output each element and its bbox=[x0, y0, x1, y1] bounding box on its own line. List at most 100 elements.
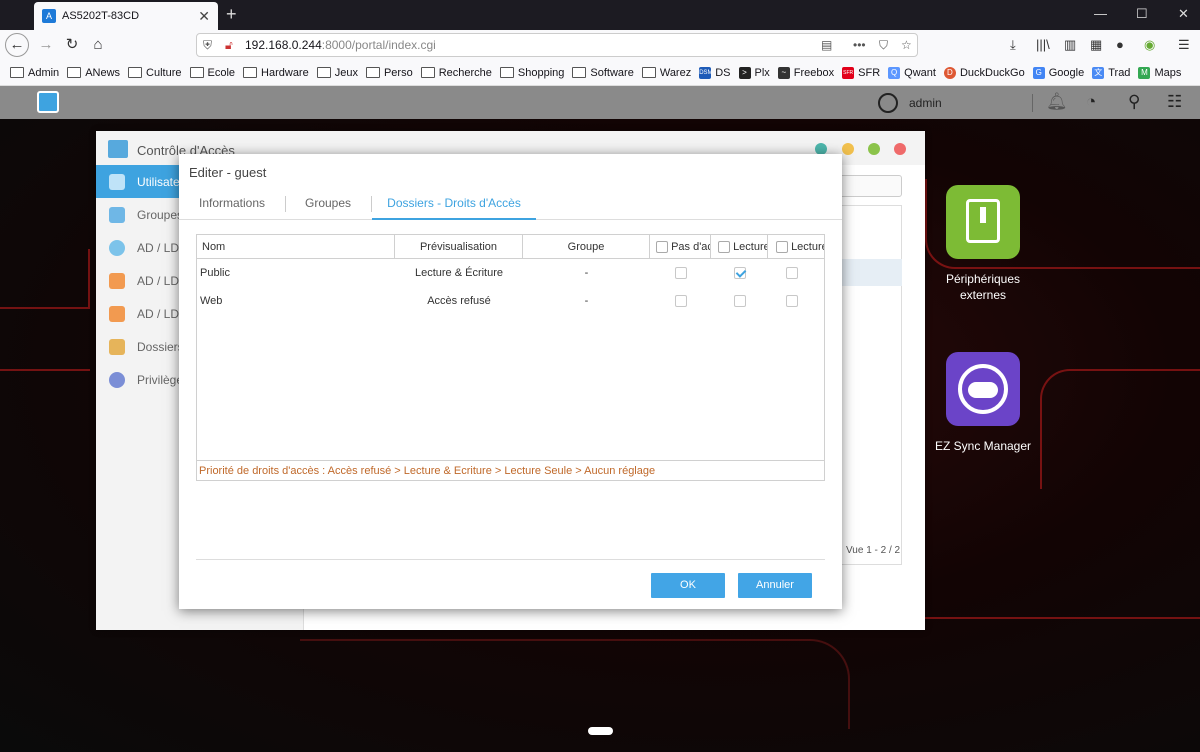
app-label: Périphériques externes bbox=[945, 272, 1021, 302]
column-header-no-access[interactable]: Pas d'accès bbox=[650, 235, 711, 259]
column-header-group[interactable]: Groupe bbox=[523, 235, 650, 259]
maximize-icon[interactable]: ☐ bbox=[1136, 6, 1148, 22]
browser-tab[interactable]: A AS5202T-83CD ✕ bbox=[34, 2, 218, 30]
desktop-app-external-devices[interactable]: Périphériques externes bbox=[933, 185, 1033, 303]
back-arrow-icon[interactable]: ← bbox=[5, 33, 29, 57]
new-tab-icon[interactable]: + bbox=[226, 4, 237, 25]
folder-icon bbox=[243, 67, 258, 78]
tab-folder-permissions[interactable]: Dossiers - Droits d'Accès bbox=[372, 186, 536, 220]
bookmark-google[interactable]: G Google bbox=[1032, 66, 1084, 79]
divider bbox=[1032, 94, 1033, 112]
reload-icon[interactable]: ↻ bbox=[62, 35, 82, 55]
select-all-no-access-checkbox[interactable] bbox=[656, 241, 668, 254]
search-icon[interactable]: ⚲ bbox=[1128, 92, 1140, 112]
bookmark-folder[interactable]: Ecole bbox=[189, 67, 235, 79]
dialog-title: Editer - guest bbox=[189, 165, 267, 180]
user-avatar-icon[interactable] bbox=[878, 93, 898, 113]
bookmark-folder[interactable]: Culture bbox=[128, 67, 182, 79]
bookmark-maps[interactable]: M Maps bbox=[1138, 66, 1181, 79]
read-write-checkbox[interactable] bbox=[733, 295, 746, 308]
bookmark-folder[interactable]: Admin bbox=[10, 67, 59, 79]
translate-icon: 文 bbox=[1092, 66, 1105, 79]
no-access-cell bbox=[650, 259, 711, 287]
folder-icon bbox=[420, 67, 435, 78]
maximize-dot-icon[interactable] bbox=[868, 143, 880, 155]
bookmark-folder[interactable]: Perso bbox=[365, 67, 413, 79]
library-icon[interactable]: |||\ bbox=[1036, 37, 1050, 52]
insecure-lock-icon[interactable]: 🔓︎ bbox=[225, 38, 233, 53]
close-tab-icon[interactable]: ✕ bbox=[198, 8, 210, 25]
bookmark-folder[interactable]: Hardware bbox=[243, 67, 309, 79]
app-label: EZ Sync Manager bbox=[934, 439, 1032, 453]
extension-icon[interactable]: ▦ bbox=[1090, 37, 1102, 53]
no-access-checkbox[interactable] bbox=[674, 267, 687, 280]
folder-icon bbox=[499, 67, 514, 78]
minimize-dot-icon[interactable] bbox=[842, 143, 854, 155]
no-access-checkbox[interactable] bbox=[674, 295, 687, 308]
forward-arrow-icon[interactable]: → bbox=[36, 35, 56, 55]
close-dot-icon[interactable] bbox=[894, 143, 906, 155]
select-all-read-only-checkbox[interactable] bbox=[776, 241, 788, 254]
column-header-preview[interactable]: Prévisualisation bbox=[395, 235, 523, 259]
page-actions-icon[interactable]: ••• bbox=[853, 38, 866, 52]
bookmark-qwant[interactable]: Q Qwant bbox=[888, 66, 936, 79]
read-only-checkbox[interactable] bbox=[786, 295, 798, 308]
bookmark-folder[interactable]: Recherche bbox=[420, 67, 492, 79]
tab-informations[interactable]: Informations bbox=[189, 186, 275, 220]
column-header-read-only[interactable]: Lecture Seule bbox=[768, 235, 824, 259]
priority-note: Priorité de droits d'accès : Accès refus… bbox=[196, 460, 825, 481]
bookmark-plex[interactable]: > Plx bbox=[738, 66, 770, 79]
bell-icon[interactable]: 🔔︎ bbox=[1046, 92, 1068, 112]
bookmark-star-icon[interactable]: ☆ bbox=[901, 38, 912, 52]
desktop-app-ez-sync[interactable]: EZ Sync Manager bbox=[933, 352, 1033, 454]
privilege-icon bbox=[109, 371, 125, 388]
url-bar[interactable]: ⛨ 🔓︎ 192.168.0.244 :8000/portal/index.cg… bbox=[196, 33, 918, 57]
user-icon bbox=[109, 173, 125, 190]
profile-icon[interactable]: ● bbox=[1116, 37, 1124, 52]
close-window-icon[interactable]: ✕ bbox=[1178, 6, 1189, 22]
bookmark-sfr[interactable]: SFR SFR bbox=[842, 66, 880, 79]
bookmark-trad[interactable]: 文 Trad bbox=[1092, 66, 1130, 79]
minimize-icon[interactable]: — bbox=[1094, 6, 1107, 21]
browser-tab-bar: A AS5202T-83CD ✕ + — ☐ ✕ bbox=[0, 0, 1200, 30]
column-header-name[interactable]: Nom bbox=[197, 235, 395, 259]
username[interactable]: admin bbox=[909, 96, 942, 110]
dock-indicator[interactable] bbox=[588, 727, 613, 735]
sidebar-icon[interactable]: ▥ bbox=[1064, 37, 1076, 53]
bookmark-folder[interactable]: Warez bbox=[641, 67, 691, 79]
downloads-icon[interactable]: ⤓ bbox=[1010, 37, 1016, 53]
bookmarks-bar: Admin ANews Culture Ecole Hardware Jeux … bbox=[0, 60, 1200, 86]
shield-icon[interactable]: ⛨ bbox=[203, 38, 212, 53]
read-write-checkbox[interactable] bbox=[733, 267, 746, 280]
read-only-cell bbox=[768, 259, 816, 287]
bookmark-ds[interactable]: DSM DS bbox=[699, 66, 731, 79]
bookmark-freebox[interactable]: ~ Freebox bbox=[777, 66, 834, 79]
tab-groups[interactable]: Groupes bbox=[295, 186, 361, 220]
bookmark-folder[interactable]: Software bbox=[572, 67, 634, 79]
menu-icon[interactable]: ☰ bbox=[1178, 37, 1190, 53]
addon-icon[interactable]: ◉ bbox=[1144, 37, 1155, 53]
row-name: Web bbox=[200, 295, 223, 307]
search-input[interactable] bbox=[836, 175, 902, 197]
row-group: - bbox=[584, 295, 589, 307]
pocket-icon[interactable]: ⛉ bbox=[879, 38, 888, 53]
read-only-cell bbox=[768, 287, 816, 315]
access-control-app-icon[interactable] bbox=[37, 91, 59, 113]
selected-user-row[interactable] bbox=[840, 259, 902, 286]
url-path: :8000/portal/index.cgi bbox=[321, 38, 436, 52]
cancel-button[interactable]: Annuler bbox=[738, 573, 812, 598]
reader-view-icon[interactable]: ▤ bbox=[821, 38, 832, 52]
read-only-checkbox[interactable] bbox=[786, 267, 798, 280]
speedometer-icon[interactable]: ◔ bbox=[1086, 92, 1096, 112]
wallpaper-line bbox=[0, 249, 90, 309]
bookmark-folder[interactable]: Jeux bbox=[316, 67, 358, 79]
bookmark-folder[interactable]: ANews bbox=[67, 67, 120, 79]
freebox-icon: ~ bbox=[777, 66, 790, 79]
select-all-read-write-checkbox[interactable] bbox=[718, 241, 730, 254]
bookmark-duckduckgo[interactable]: D DuckDuckGo bbox=[943, 66, 1025, 79]
settings-sliders-icon[interactable]: ☷ bbox=[1167, 92, 1182, 112]
bookmark-folder[interactable]: Shopping bbox=[499, 67, 564, 79]
home-icon[interactable]: ⌂ bbox=[88, 35, 108, 55]
column-header-read-write[interactable]: Lecture & Écriture bbox=[711, 235, 768, 259]
ok-button[interactable]: OK bbox=[651, 573, 725, 598]
